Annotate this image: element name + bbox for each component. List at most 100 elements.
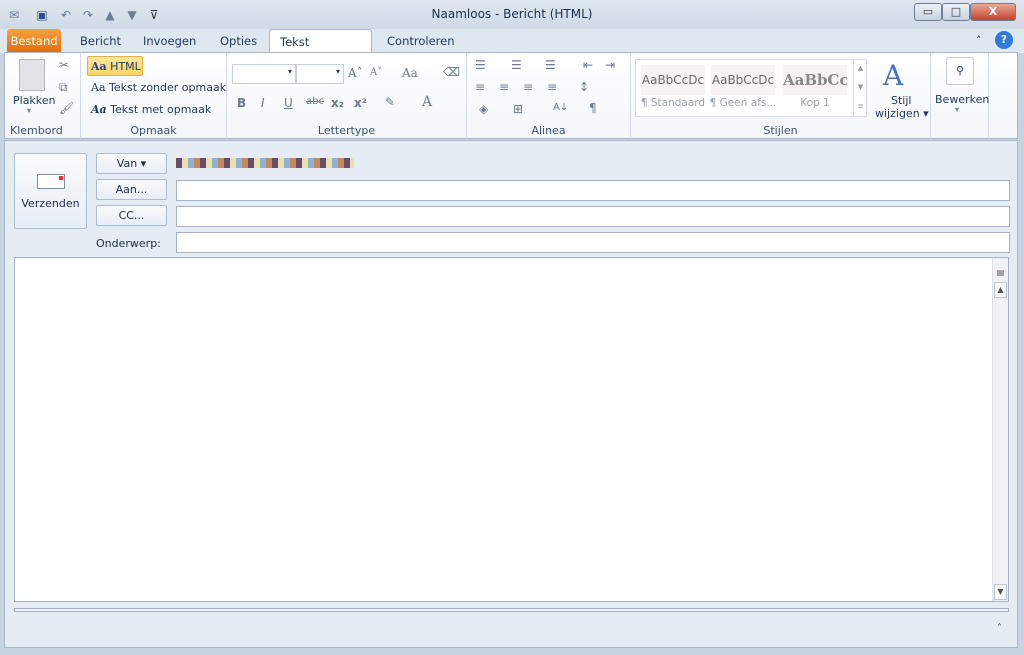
aa-icon: Aa — [91, 103, 107, 116]
subject-label: Onderwerp: — [96, 237, 161, 250]
to-button[interactable]: Aan... — [96, 179, 167, 200]
highlight-icon[interactable]: ✎ — [385, 95, 395, 109]
clear-formatting-icon[interactable]: ⌫ — [443, 65, 460, 79]
style-kop1-preview[interactable]: AaBbCc — [783, 65, 847, 95]
tab-tekst-opmaken[interactable]: Tekst opmaken — [269, 29, 372, 73]
cc-button[interactable]: CC... — [96, 205, 167, 226]
group-label: Lettertype — [317, 124, 376, 137]
bullets-icon[interactable]: ☰ — [475, 58, 486, 72]
subscript-button[interactable]: x₂ — [331, 96, 344, 110]
from-address-redacted — [176, 158, 354, 168]
group-stijlen: AaBbCcDc ¶ Standaard AaBbCcDc ¶ Geen afs… — [631, 53, 931, 139]
superscript-button[interactable]: x² — [354, 96, 367, 110]
borders-icon[interactable]: ⊞ — [513, 102, 523, 116]
italic-button[interactable]: I — [261, 96, 265, 110]
close-button[interactable]: X — [970, 3, 1016, 21]
to-input[interactable] — [176, 180, 1010, 201]
align-center-icon[interactable]: ≡ — [499, 80, 509, 94]
paste-icon — [19, 59, 45, 91]
scroll-up-button[interactable]: ▲ — [994, 282, 1007, 298]
tab-controleren[interactable]: Controleren — [377, 29, 464, 53]
from-button[interactable]: Van ▾ — [96, 153, 167, 174]
send-icon — [36, 174, 65, 189]
restore-button[interactable]: □ — [942, 3, 970, 21]
format-html-button[interactable]: Aa HTML — [87, 56, 143, 76]
title-bar: ✉ ▣ ↶ ↷ ▲ ▼ ⊽ Naamloos - Bericht (HTML) … — [0, 0, 1024, 30]
group-label: Alinea — [531, 124, 566, 137]
format-html-label: HTML — [110, 60, 141, 73]
bewerken-button[interactable]: Bewerken — [935, 93, 989, 106]
style-kop1-name: Kop 1 — [800, 97, 830, 109]
message-body[interactable]: ▤ ▲ ▼ — [14, 257, 1009, 602]
strikethrough-button[interactable]: abc — [306, 96, 324, 107]
justify-icon[interactable]: ≡ — [547, 80, 557, 94]
group-label: Opmaak — [130, 124, 177, 137]
show-formatting-button[interactable]: ¶ — [589, 101, 597, 115]
group-opmaak: Aa HTML Aa Tekst zonder opmaak Aa Tekst … — [81, 53, 227, 139]
message-form: Verzenden Van ▾ Aan... CC... Onderwerp: … — [4, 140, 1018, 648]
underline-button[interactable]: U — [284, 96, 293, 110]
font-name-dropdown[interactable]: ▾ — [232, 64, 296, 84]
subject-input[interactable] — [176, 232, 1010, 253]
group-lettertype: ▾ ▾ A˄ A˅ Aa ⌫ B I U abc x₂ x² ✎ A Lette… — [227, 53, 467, 139]
tab-bericht[interactable]: Bericht — [70, 29, 131, 53]
collapse-ribbon-icon[interactable]: ˄ — [976, 34, 982, 47]
font-color-icon[interactable]: A — [422, 94, 432, 110]
sort-icon[interactable]: A↓ — [553, 102, 568, 113]
format-rich-button[interactable]: Aa Tekst met opmaak — [91, 103, 211, 116]
aa-icon: Aa — [91, 81, 106, 94]
format-plain-button[interactable]: Aa Tekst zonder opmaak — [91, 81, 226, 94]
group-bewerken: ⚲ Bewerken ▾ — [931, 53, 989, 139]
people-pane-divider[interactable] — [14, 608, 1009, 612]
ruler-icon[interactable]: ▤ — [994, 266, 1007, 282]
align-left-icon[interactable]: ≡ — [475, 80, 485, 94]
change-case-icon[interactable]: Aa — [402, 66, 418, 80]
format-plain-label: Tekst zonder opmaak — [109, 81, 227, 94]
help-icon[interactable]: ? — [995, 31, 1013, 49]
font-size-dropdown[interactable]: ▾ — [296, 64, 344, 84]
tab-invoegen[interactable]: Invoegen — [133, 29, 206, 53]
bewerken-dropdown-icon[interactable]: ▾ — [955, 105, 959, 114]
grow-font-icon[interactable]: A˄ — [348, 66, 363, 80]
group-label: Klembord — [10, 124, 63, 137]
paste-button[interactable]: Plakken — [13, 94, 56, 107]
bold-button[interactable]: B — [237, 96, 246, 110]
style-standaard-preview[interactable]: AaBbCcDc — [641, 65, 705, 95]
copy-icon[interactable]: ⧉ — [59, 80, 68, 95]
style-gallery-scroll[interactable]: ▲ ▼ ≡ — [853, 59, 867, 117]
vertical-scrollbar[interactable]: ▤ ▲ ▼ — [992, 258, 1008, 601]
scroll-down-button[interactable]: ▼ — [994, 584, 1007, 600]
change-styles-line2[interactable]: wijzigen ▾ — [875, 107, 929, 120]
window-title: Naamloos - Bericht (HTML) — [431, 7, 593, 21]
send-button[interactable]: Verzenden — [14, 153, 87, 229]
ribbon-tabs: Bericht Invoegen Opties Tekst opmaken Co… — [0, 29, 1024, 73]
minimize-button[interactable]: ▭ — [914, 3, 942, 21]
shading-icon[interactable]: ◈ — [479, 102, 488, 116]
tab-opties[interactable]: Opties — [210, 29, 267, 53]
expand-people-pane-icon[interactable]: ˄ — [997, 623, 1002, 634]
aa-icon: Aa — [91, 60, 107, 73]
format-painter-icon[interactable]: 🖌 — [59, 101, 74, 115]
numbering-icon[interactable]: ☰ — [511, 58, 522, 72]
decrease-indent-icon[interactable]: ⇤ — [583, 58, 593, 72]
format-rich-label: Tekst met opmaak — [110, 103, 212, 116]
ribbon: Plakken ▾ ✂ ⧉ 🖌 Klembord Aa HTML Aa Teks… — [4, 52, 1018, 139]
cut-icon[interactable]: ✂ — [59, 58, 69, 72]
group-alinea: ☰ ☰ ☰ ⇤ ⇥ ≡ ≡ ≡ ≡ ↕ ◈ ⊞ A↓ ¶ Alinea — [467, 53, 631, 139]
style-geen-afstand-preview[interactable]: AaBbCcDc — [711, 65, 775, 95]
increase-indent-icon[interactable]: ⇥ — [605, 58, 615, 72]
tab-bestand[interactable]: Bestand — [7, 29, 61, 53]
change-styles-icon: A — [883, 59, 904, 92]
cc-input[interactable] — [176, 206, 1010, 227]
group-label: Stijlen — [763, 124, 798, 137]
find-icon[interactable]: ⚲ — [946, 57, 974, 85]
style-geen-afstand-name: ¶ Geen afs... — [709, 97, 777, 109]
change-styles-line1[interactable]: Stijl — [891, 94, 911, 107]
paste-dropdown-icon[interactable]: ▾ — [27, 106, 31, 115]
align-right-icon[interactable]: ≡ — [523, 80, 533, 94]
line-spacing-icon[interactable]: ↕ — [579, 80, 589, 94]
send-label: Verzenden — [21, 197, 80, 210]
shrink-font-icon[interactable]: A˅ — [370, 67, 382, 78]
multilevel-list-icon[interactable]: ☰ — [545, 58, 556, 72]
group-klembord: Plakken ▾ ✂ ⧉ 🖌 Klembord — [5, 53, 81, 139]
